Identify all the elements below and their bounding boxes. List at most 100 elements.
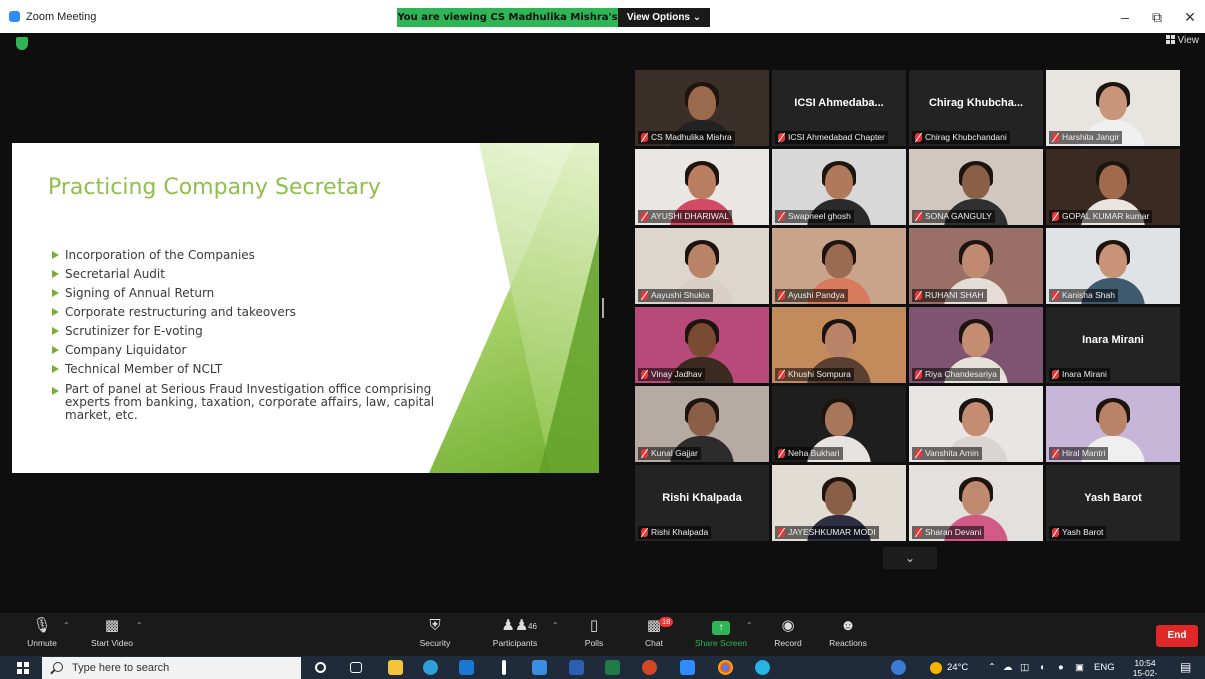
windows-start-icon[interactable] [17,662,29,674]
participant-tile[interactable]: Yash Barot Yash Barot [1046,465,1180,541]
shield-icon: ⛨ [429,617,441,634]
participant-name: Sharan Devani [925,527,982,537]
security-button[interactable]: ⛨ Security [400,617,470,648]
taskbar-search-input[interactable]: Type here to search [42,657,301,679]
volume-icon[interactable]: ▣ [1075,662,1084,673]
start-video-label: Start Video [91,638,133,648]
participant-tile[interactable]: CS Madhulika Mishra [635,70,769,146]
unmute-label: Unmute [27,638,57,648]
app-icon[interactable] [755,660,770,675]
minimize-button[interactable]: – [1110,7,1140,27]
security-shield-icon[interactable] [16,37,28,50]
participant-tile[interactable]: Rishi Khalpada Rishi Khalpada [635,465,769,541]
participant-tile[interactable]: Khushi Sompura [772,307,906,383]
muted-mic-icon [778,449,785,458]
network-icon[interactable]: ◫ [1020,662,1029,673]
word-icon[interactable] [569,660,584,675]
cloud-icon[interactable]: ☁ [1003,662,1013,673]
view-options-button[interactable]: View Options ⌄ [618,8,710,27]
participant-tile[interactable]: Harshita Jangir [1046,70,1180,146]
tray-arrow-icon[interactable]: ⌃ [988,662,996,673]
reactions-button[interactable]: ☻ Reactions [813,617,883,648]
reactions-icon: ☻ [840,617,856,634]
viewing-screen-banner: You are viewing CS Madhulika Mishra's sc… [397,8,618,42]
muted-mic-icon [1052,212,1059,221]
participant-tile[interactable]: Hiral Mantri [1046,386,1180,462]
view-button[interactable]: View [1165,35,1200,46]
muted-mic-icon [915,291,922,300]
temperature[interactable]: 24°C [947,662,968,673]
slide-bullet: Technical Member of NCLT [52,360,452,379]
muted-mic-icon [915,449,922,458]
taskbar-clock[interactable]: 10:54 15-02-2022 [1125,658,1165,679]
chrome-icon[interactable] [718,660,733,675]
unmute-button[interactable]: 🎙︎ ⌃ Unmute [7,617,77,648]
participant-name: GOPAL KUMAR kumar [1062,211,1150,221]
participant-name-label: Neha Bukhari [775,447,843,460]
microphone-icon[interactable]: ● [1058,662,1064,673]
split-view-handle[interactable] [602,298,604,318]
participant-tile[interactable]: JAYESHKUMAR MODI [772,465,906,541]
participants-button[interactable]: ♟♟ 46 ⌃ Participants [480,617,559,648]
chevron-down-icon[interactable]: ⌄ [883,547,937,569]
share-screen-label: Share Screen [695,638,747,648]
share-screen-button[interactable]: ↑ ⌃ Share Screen [686,617,756,648]
dropbox-icon[interactable] [532,660,547,675]
participant-tile[interactable]: Inara Mirani Inara Mirani [1046,307,1180,383]
participant-tile[interactable]: Vanshita Amin [909,386,1043,462]
chat-button[interactable]: ▩ 18 Chat [619,617,689,648]
caret-up-icon[interactable]: ⌃ [552,621,559,630]
participant-tile[interactable]: Sharan Devani [909,465,1043,541]
caret-up-icon[interactable]: ⌃ [136,621,143,630]
slide-bullet-list: Incorporation of the Companies Secretari… [52,246,452,422]
start-video-button[interactable]: ▩ ⌃ Start Video [77,617,147,648]
participant-name: Kanisha Shah [1062,290,1115,300]
edge-icon[interactable] [423,660,438,675]
caret-up-icon[interactable]: ⌃ [63,621,70,630]
participant-tile[interactable]: Ayushi Pandya [772,228,906,304]
mail-icon[interactable] [459,660,474,675]
file-explorer-icon[interactable] [388,660,403,675]
language-indicator[interactable]: ENG [1094,662,1115,673]
weather-icon[interactable] [930,662,942,674]
record-label: Record [774,638,802,648]
caret-up-icon[interactable]: ⌃ [746,621,753,630]
participant-name-label: Yash Barot [1049,526,1107,539]
participant-tile[interactable]: Vinay Jadhav [635,307,769,383]
muted-mic-icon [641,449,648,458]
task-view-icon[interactable] [350,662,362,673]
participant-name-label: ICSI Ahmedabad Chapter [775,131,888,144]
restore-button[interactable]: ⧉ [1142,7,1172,27]
participant-tile[interactable]: Kanisha Shah [1046,228,1180,304]
participant-name: Harshita Jangir [1062,132,1120,142]
participant-tile[interactable]: Riya Chandesariya [909,307,1043,383]
end-meeting-button[interactable]: End [1156,625,1198,647]
participant-tile[interactable]: ICSI Ahmedaba... ICSI Ahmedabad Chapter [772,70,906,146]
participant-display-name: Inara Mirani [1082,334,1144,346]
participant-tile[interactable]: Swapneel ghosh [772,149,906,225]
participant-tile[interactable]: Kunal Gajjar [635,386,769,462]
slide-bullet: Scrutinizer for E-voting [52,322,452,341]
notifications-icon[interactable]: ▤ [1180,660,1191,674]
zoom-taskbar-icon[interactable] [680,660,695,675]
participant-tile[interactable]: Aayushi Shukla [635,228,769,304]
participant-name: CS Madhulika Mishra [651,132,732,142]
app-icon[interactable] [502,660,506,675]
muted-mic-icon [915,133,922,142]
participant-tile[interactable]: GOPAL KUMAR kumar [1046,149,1180,225]
participant-tile[interactable]: SONA GANGULY [909,149,1043,225]
muted-mic-icon [641,291,648,300]
excel-icon[interactable] [605,660,620,675]
close-button[interactable]: ✕ [1175,7,1205,27]
participant-name-label: AYUSHI DHARIWAL [638,210,732,223]
participant-tile[interactable]: RUHANI SHAH [909,228,1043,304]
wifi-icon[interactable]: ◐ [1040,662,1046,673]
muted-mic-icon [1052,133,1059,142]
powerpoint-icon[interactable] [642,660,657,675]
cortana-icon[interactable] [315,662,326,673]
view-label: View [1177,35,1200,46]
help-icon[interactable] [891,660,906,675]
participant-tile[interactable]: Chirag Khubcha... Chirag Khubchandani [909,70,1043,146]
participant-tile[interactable]: Neha Bukhari [772,386,906,462]
participant-tile[interactable]: AYUSHI DHARIWAL [635,149,769,225]
